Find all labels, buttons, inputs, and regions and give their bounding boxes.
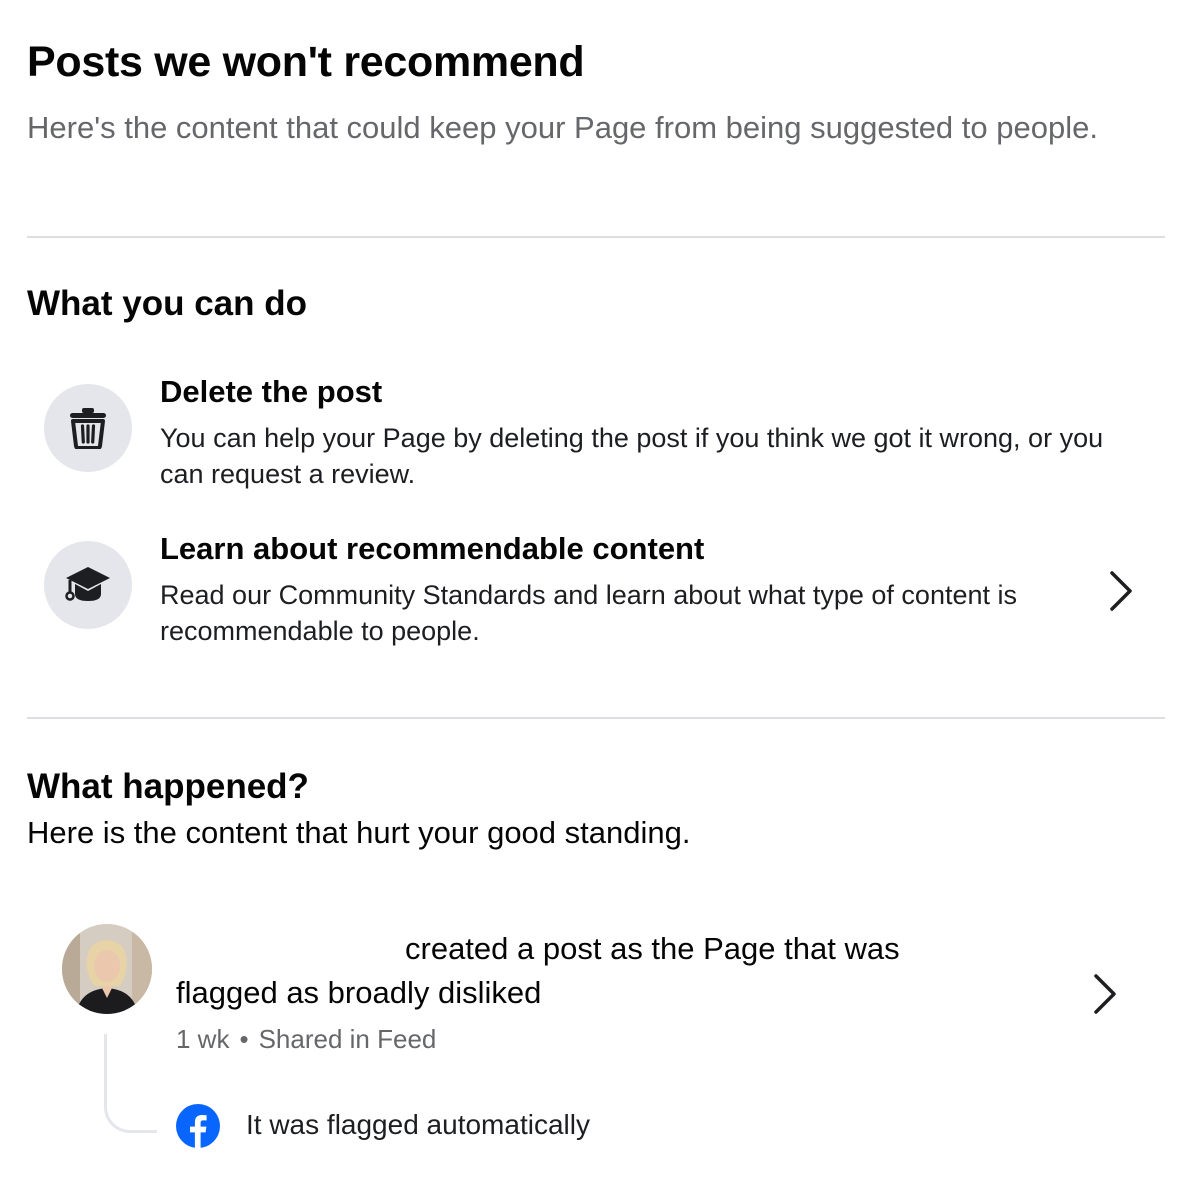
chevron-right-icon[interactable]	[1106, 569, 1136, 613]
section-heading-what-you-can-do: What you can do	[27, 284, 307, 323]
trash-icon	[44, 384, 132, 472]
learn-recommendable-description: Read our Community Standards and learn a…	[160, 580, 1017, 646]
delete-post-description: You can help your Page by deleting the p…	[160, 423, 1104, 489]
flagged-automatically-text: It was flagged automatically	[246, 1109, 590, 1140]
what-happened-description: Here is the content that hurt your good …	[27, 815, 691, 850]
avatar[interactable]	[62, 924, 152, 1014]
post-summary-line2: flagged as broadly disliked	[176, 975, 542, 1010]
page-title: Posts we won't recommend	[27, 38, 585, 86]
thread-connector	[104, 1034, 157, 1133]
learn-recommendable-title: Learn about recommendable content	[160, 531, 705, 566]
facebook-icon	[176, 1104, 220, 1148]
delete-post-action[interactable]: Delete the post You can help your Page b…	[0, 372, 1200, 502]
divider	[27, 236, 1165, 238]
post-summary-line1: created a post as the Page that was	[405, 931, 900, 966]
post-meta: 1 wk • Shared in Feed	[176, 1024, 436, 1055]
meta-separator: •	[239, 1024, 249, 1054]
divider	[27, 717, 1165, 719]
post-time: 1 wk	[176, 1024, 230, 1054]
chevron-right-icon[interactable]	[1090, 972, 1120, 1016]
page-subtitle: Here's the content that could keep your …	[27, 110, 1098, 145]
post-shared-in: Shared in Feed	[258, 1024, 437, 1054]
learn-recommendable-content-action[interactable]: Learn about recommendable content Read o…	[0, 529, 1200, 659]
delete-post-title: Delete the post	[160, 374, 383, 409]
graduation-cap-icon	[44, 541, 132, 629]
section-heading-what-happened: What happened?	[27, 767, 309, 806]
